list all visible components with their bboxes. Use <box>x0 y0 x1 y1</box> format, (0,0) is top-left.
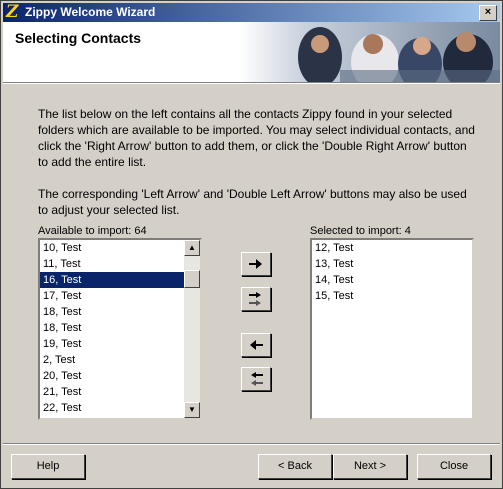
available-list[interactable]: 10, Test 11, Test 16, Test 17, Test 18, Test… <box>38 238 202 420</box>
list-item[interactable]: 16, Test <box>40 272 200 288</box>
window-title: Zippy Welcome Wizard <box>25 5 156 19</box>
instructions-text: The list below on the left contains all … <box>38 106 478 234</box>
instructions-paragraph-1: The list below on the left contains all … <box>38 107 475 169</box>
available-items: 10, Test 11, Test 16, Test 17, Test 18, Test… <box>40 240 200 416</box>
header-divider <box>3 83 500 84</box>
help-button[interactable]: Help <box>11 454 85 479</box>
zippy-logo-icon: Z <box>6 2 19 22</box>
remove-selected-button[interactable] <box>241 333 271 357</box>
list-item[interactable]: 18, Test <box>40 304 200 320</box>
next-button[interactable]: Next > <box>333 454 407 479</box>
list-item[interactable]: 18, Test <box>40 320 200 336</box>
title-close-button[interactable]: × <box>479 5 497 21</box>
list-item[interactable]: 15, Test <box>312 288 472 304</box>
selected-label: Selected to import: 4 <box>310 225 411 237</box>
double-right-arrow-icon <box>249 292 261 307</box>
wizard-window: Z Zippy Welcome Wizard × Selecting Conta… <box>0 0 503 489</box>
available-label: Available to import: 64 <box>38 225 147 237</box>
list-item[interactable]: 13, Test <box>312 256 472 272</box>
close-button[interactable]: Close <box>417 454 491 479</box>
wizard-header: Selecting Contacts <box>3 22 500 83</box>
page-title: Selecting Contacts <box>15 30 142 46</box>
list-item[interactable]: 22, Test <box>40 400 200 416</box>
scroll-thumb[interactable] <box>184 270 200 288</box>
list-item[interactable]: 17, Test <box>40 288 200 304</box>
double-left-arrow-icon <box>251 372 263 387</box>
list-item[interactable]: 20, Test <box>40 368 200 384</box>
add-all-button[interactable] <box>241 287 271 311</box>
instructions-paragraph-2: The corresponding 'Left Arrow' and 'Doub… <box>38 187 467 217</box>
add-selected-button[interactable] <box>241 252 271 276</box>
header-photo-image <box>240 22 500 82</box>
list-item[interactable]: 11, Test <box>40 256 200 272</box>
list-item[interactable]: 12, Test <box>312 240 472 256</box>
list-item[interactable]: 10, Test <box>40 240 200 256</box>
list-item[interactable]: 14, Test <box>312 272 472 288</box>
selected-items: 12, Test 13, Test 14, Test 15, Test <box>312 240 472 304</box>
remove-all-button[interactable] <box>241 367 271 391</box>
left-arrow-icon <box>250 340 263 351</box>
available-scrollbar[interactable]: ▲ ▼ <box>184 240 200 418</box>
right-arrow-icon <box>249 259 262 270</box>
scroll-down-icon[interactable]: ▼ <box>184 402 200 418</box>
back-button[interactable]: < Back <box>258 454 332 479</box>
list-item[interactable]: 2, Test <box>40 352 200 368</box>
title-bar: Z Zippy Welcome Wizard × <box>3 3 500 22</box>
scroll-up-icon[interactable]: ▲ <box>184 240 200 256</box>
list-item[interactable]: 21, Test <box>40 384 200 400</box>
footer-divider <box>3 443 500 445</box>
list-item[interactable]: 19, Test <box>40 336 200 352</box>
selected-list[interactable]: 12, Test 13, Test 14, Test 15, Test <box>310 238 474 420</box>
